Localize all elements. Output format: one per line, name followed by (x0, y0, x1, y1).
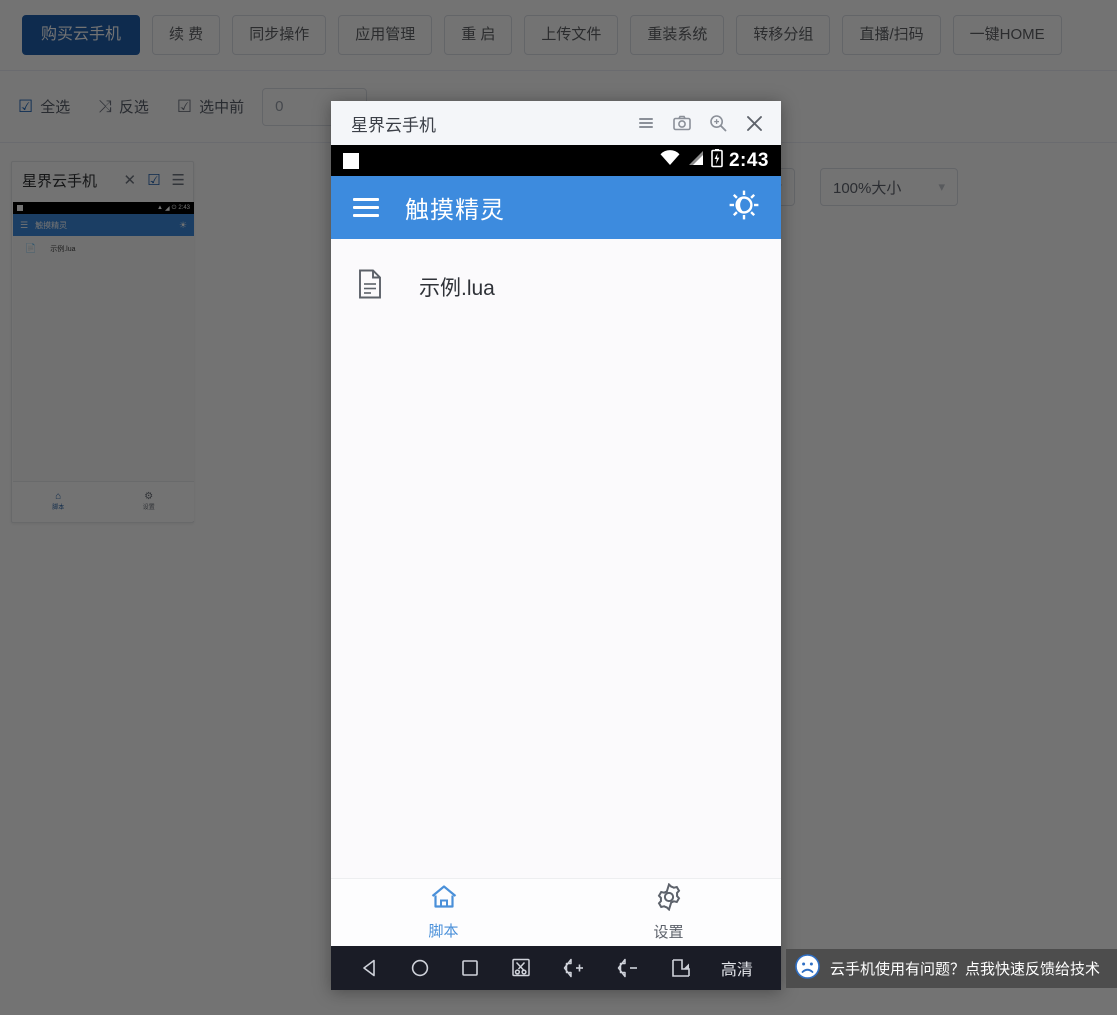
tab-settings-label: 设置 (653, 924, 684, 941)
home-icon (331, 884, 556, 914)
sad-face-icon (795, 953, 820, 984)
back-icon[interactable] (359, 957, 381, 979)
notification-square-icon (343, 152, 359, 169)
volume-up-icon[interactable] (561, 957, 587, 979)
android-nav-bar: 高清 (331, 946, 781, 990)
recents-icon[interactable] (459, 957, 481, 979)
app-bar: 触摸精灵 (331, 176, 781, 239)
feedback-banner[interactable]: 云手机使用有问题？点我快速反馈给技术 (786, 949, 1117, 988)
file-icon (357, 269, 383, 304)
signal-icon (687, 149, 705, 172)
tab-script-label: 脚本 (428, 923, 459, 940)
modal-title: 星界云手机 (351, 115, 436, 135)
cloud-phone-modal: 星界云手机 2:43 触摸精灵 示例.lua 脚本 设置 高清 (331, 101, 781, 990)
camera-icon[interactable] (672, 113, 692, 133)
modal-header-actions (636, 113, 765, 134)
wifi-icon (659, 149, 681, 172)
brightness-icon[interactable] (727, 188, 761, 227)
tab-settings[interactable]: 设置 (556, 882, 781, 942)
app-title: 触摸精灵 (405, 197, 505, 224)
tab-script[interactable]: 脚本 (331, 884, 556, 941)
zoom-in-icon[interactable] (708, 113, 728, 133)
android-status-bar: 2:43 (331, 145, 781, 176)
file-name: 示例.lua (419, 276, 495, 300)
close-icon[interactable] (744, 113, 765, 134)
status-bar-clock: 2:43 (728, 149, 769, 171)
script-file-list: 示例.lua (331, 239, 781, 878)
app-tab-bar: 脚本 设置 (331, 878, 781, 946)
modal-header: 星界云手机 (331, 101, 781, 145)
screenshot-icon[interactable] (669, 957, 693, 979)
gear-icon (556, 882, 781, 915)
app-root: 购买云手机 续 费 同步操作 应用管理 重 启 上传文件 重装系统 转移分组 直… (0, 0, 1117, 1015)
status-bar-right: 2:43 (659, 148, 769, 173)
hamburger-icon[interactable] (353, 198, 379, 217)
feedback-text: 云手机使用有问题？点我快速反馈给技术 (830, 961, 1101, 978)
home-icon[interactable] (409, 957, 431, 979)
menu-icon[interactable] (636, 113, 656, 133)
battery-charging-icon (711, 148, 723, 173)
scissors-icon[interactable] (509, 956, 533, 980)
list-item[interactable]: 示例.lua (331, 255, 781, 318)
volume-down-icon[interactable] (615, 957, 641, 979)
quality-label[interactable]: 高清 (721, 956, 753, 980)
